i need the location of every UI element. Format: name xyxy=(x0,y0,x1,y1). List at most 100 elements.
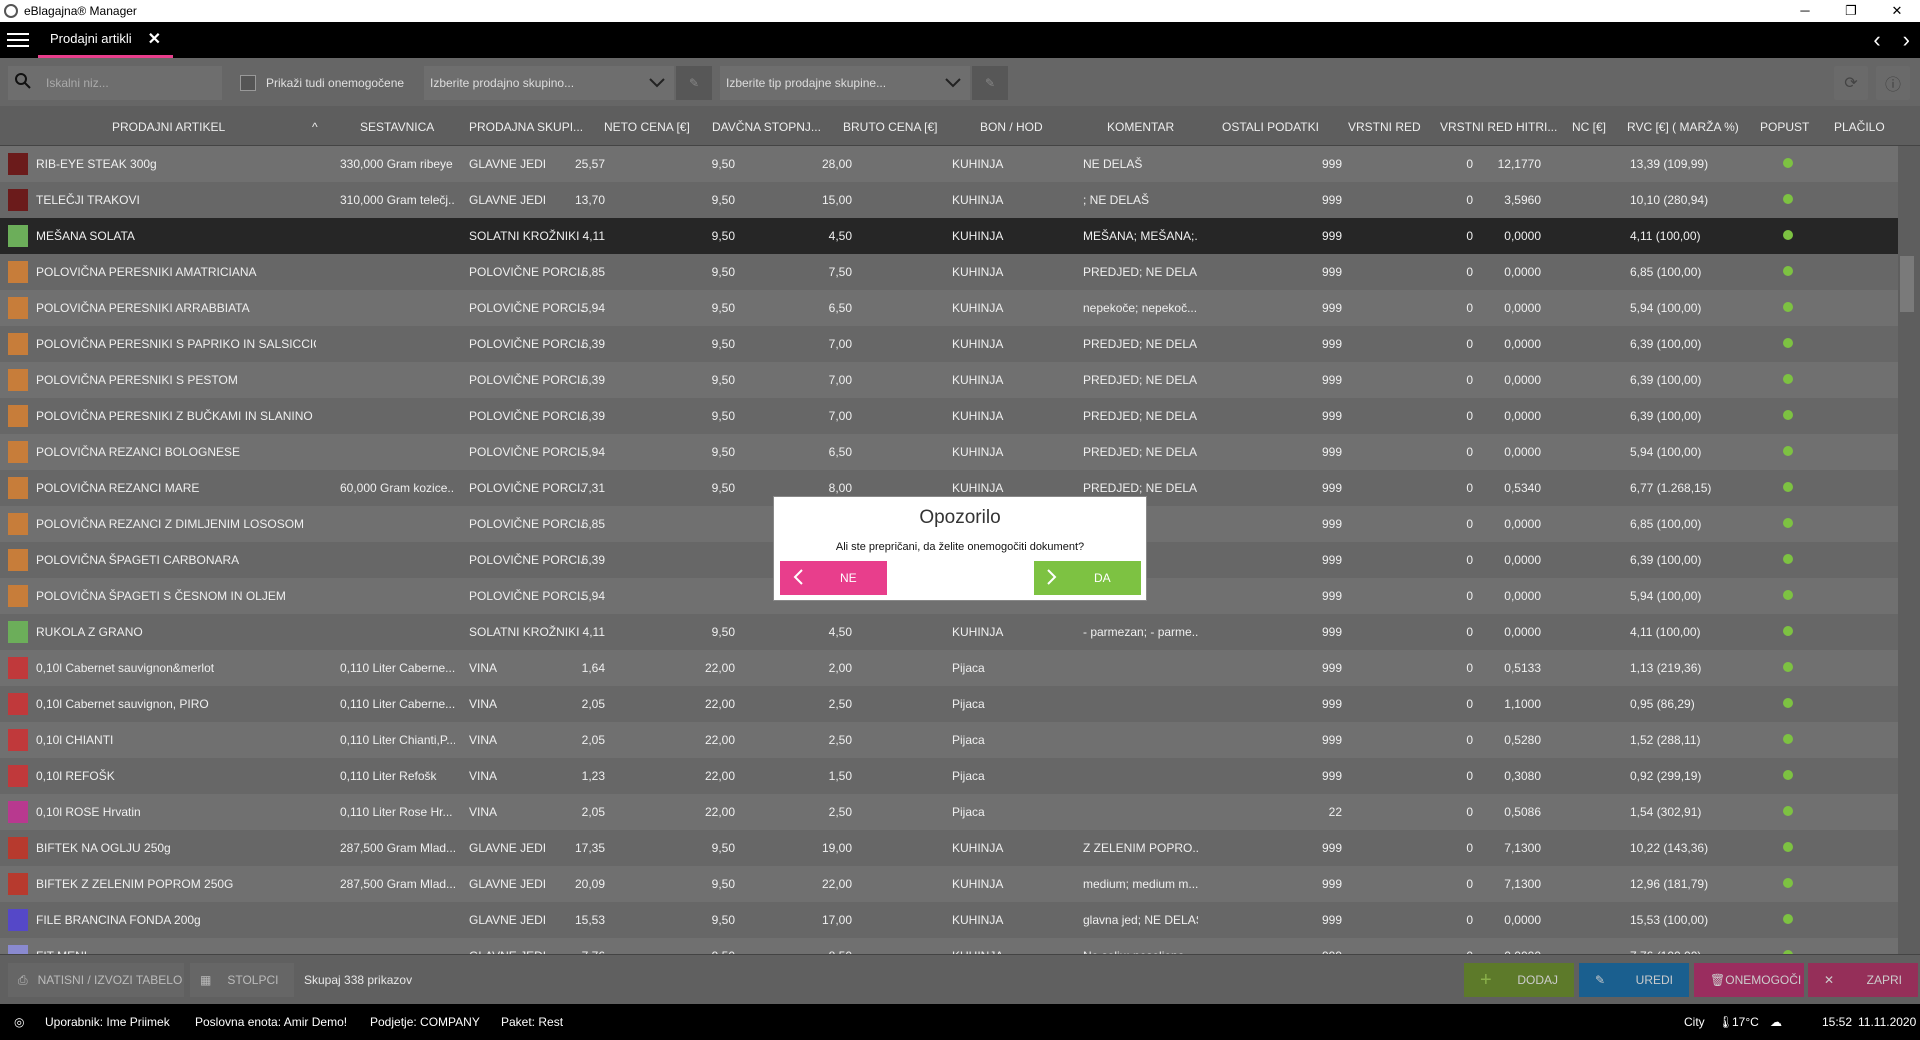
total-count: Skupaj 338 prikazov xyxy=(304,973,413,987)
scrollbar[interactable] xyxy=(1900,256,1914,312)
column-header[interactable]: POPUST xyxy=(1760,120,1809,134)
cell-gross: 2,00 xyxy=(828,661,852,675)
tab-prodajni-artikli[interactable]: Prodajni artikli ✕ xyxy=(38,22,174,58)
column-header[interactable]: PRODAJNI ARTIKEL xyxy=(112,120,225,134)
group-color-swatch xyxy=(8,513,28,535)
cloud-icon: ☁ xyxy=(1770,1015,1782,1029)
cell-name: TELEČJI TRAKOVI xyxy=(36,193,140,207)
status-package: Paket: Rest xyxy=(501,1015,564,1029)
show-disabled-checkbox[interactable]: Prikaži tudi onemogočene xyxy=(240,75,404,91)
table-row[interactable]: BIFTEK NA OGLJU 250g 287,500 Gram Mlad...… xyxy=(0,830,1898,866)
column-header[interactable]: RVC [€] ( MARŽA %) xyxy=(1627,120,1739,134)
column-header[interactable]: NETO CENA [€] xyxy=(604,120,690,134)
chevron-left-icon xyxy=(792,568,804,589)
column-header[interactable]: KOMENTAR xyxy=(1107,120,1174,134)
cell-order: 999 xyxy=(1321,445,1342,459)
menu-icon[interactable] xyxy=(0,22,36,58)
cell-gross: 2,50 xyxy=(828,697,852,711)
table-row[interactable]: FILE BRANCINA FONDA 200g GLAVNE JEDI 15,53… xyxy=(0,902,1898,938)
table-row[interactable]: POLOVIČNA PERESNIKI AMATRICIANA POLOVIČNE… xyxy=(0,254,1898,290)
table-row[interactable]: 0,10l Cabernet sauvignon&merlot 0,110 Lit… xyxy=(0,650,1898,686)
table-row[interactable]: BIFTEK Z ZELENIM POPROM 250G 287,500 Gram… xyxy=(0,866,1898,902)
cell-order: 999 xyxy=(1321,517,1342,531)
cell-bon: Pijaca xyxy=(952,805,985,819)
discount-status-dot xyxy=(1783,626,1793,636)
discount-status-dot xyxy=(1783,914,1793,924)
column-header[interactable]: OSTALI PODATKI xyxy=(1222,120,1319,134)
chevron-right-icon xyxy=(1046,568,1058,589)
table-row[interactable]: POLOVIČNA PERESNIKI ARRABBIATA POLOVIČNE … xyxy=(0,290,1898,326)
yes-button[interactable]: DA xyxy=(1034,561,1141,595)
column-header[interactable]: VRSTNI RED HITRI... xyxy=(1440,120,1557,134)
status-city: City xyxy=(1684,1015,1705,1029)
maximize-button[interactable]: ❐ xyxy=(1828,0,1874,22)
table-row[interactable]: POLOVIČNA PERESNIKI S PESTOM POLOVIČNE PO… xyxy=(0,362,1898,398)
tab-close-icon[interactable]: ✕ xyxy=(148,29,161,49)
cell-name: POLOVIČNA PERESNIKI S PAPRIKO IN SALSICC… xyxy=(36,337,316,351)
cell-tax: 9,50 xyxy=(711,841,735,855)
cell-rvc: 6,39 (100,00) xyxy=(1630,337,1702,351)
cell-comp: 310,000 Gram telečj... xyxy=(340,193,455,207)
cell-order: 999 xyxy=(1321,265,1342,279)
column-header[interactable]: PLAČILO xyxy=(1834,120,1885,134)
discount-status-dot xyxy=(1783,806,1793,816)
sales-group-select[interactable]: Izberite prodajno skupino... xyxy=(424,66,674,100)
columns-button[interactable]: ▦ STOLPCI xyxy=(190,963,294,997)
edit-button[interactable]: ✎ UREDI xyxy=(1579,963,1689,997)
column-header[interactable]: BRUTO CENA [€] xyxy=(843,120,937,134)
discount-status-dot xyxy=(1783,374,1793,384)
info-icon[interactable]: ⓘ xyxy=(1876,66,1910,100)
no-button[interactable]: NE xyxy=(780,561,887,595)
table-row[interactable]: RUKOLA Z GRANO SOLATNI KROŽNIKI 4,11 9,50 4,… xyxy=(0,614,1898,650)
print-export-button[interactable]: ⎙ NATISNI / IZVOZI TABELO xyxy=(8,963,184,997)
status-time: 15:52 xyxy=(1822,1015,1853,1029)
cell-nc: 0,0000 xyxy=(1504,913,1541,927)
nav-forward-icon[interactable]: › xyxy=(1903,27,1910,53)
table-row[interactable]: MEŠANA SOLATA SOLATNI KROŽNIKI 4,11 9,50 4,5… xyxy=(0,218,1898,254)
clear-type-icon[interactable]: ✎ xyxy=(972,66,1008,100)
cell-nc: 0,0000 xyxy=(1504,517,1541,531)
cell-name: POLOVIČNA PERESNIKI ARRABBIATA xyxy=(36,301,250,315)
nav-back-icon[interactable]: ‹ xyxy=(1873,27,1880,53)
table-row[interactable]: 0,10l CHIANTI 0,110 Liter Chianti,P... VIN… xyxy=(0,722,1898,758)
cell-tax: 9,50 xyxy=(711,373,735,387)
table-row[interactable]: POLOVIČNA PERESNIKI S PAPRIKO IN SALSICC… xyxy=(0,326,1898,362)
cell-rvc: 6,85 (100,00) xyxy=(1630,517,1702,531)
group-type-select[interactable]: Izberite tip prodajne skupine... xyxy=(720,66,970,100)
column-header[interactable]: BON / HOD xyxy=(980,120,1043,134)
table-row[interactable]: POLOVIČNA PERESNIKI Z BUČKAMI IN SLANINO… xyxy=(0,398,1898,434)
cell-net: 6,39 xyxy=(581,409,605,423)
add-button[interactable]: + DODAJ xyxy=(1464,963,1574,997)
close-window-button[interactable]: ✕ xyxy=(1874,0,1920,22)
cell-bon: Pijaca xyxy=(952,733,985,747)
search-input[interactable]: Iskalni niz... xyxy=(8,66,222,100)
disable-label: ONEMOGOČI xyxy=(1725,973,1802,987)
table-row[interactable]: FIT MENIGLAVNE JEDI7,769,508,50KUHINJANe… xyxy=(0,938,1898,954)
sort-ascending-icon[interactable]: ^ xyxy=(312,120,318,134)
minimize-button[interactable]: ─ xyxy=(1782,0,1828,22)
cell-tax: 9,50 xyxy=(711,913,735,927)
column-header[interactable]: NC [€] xyxy=(1572,120,1606,134)
checkbox-box[interactable] xyxy=(240,75,256,91)
cell-comp: 287,500 Gram Mlad... xyxy=(340,841,455,855)
clear-group-icon[interactable]: ✎ xyxy=(676,66,712,100)
cell-gross: 6,50 xyxy=(828,301,852,315)
close-button[interactable]: ✕ ZAPRI xyxy=(1808,963,1918,997)
table-row[interactable]: 0,10l ROSE Hrvatin 0,110 Liter Rose Hr...… xyxy=(0,794,1898,830)
table-row[interactable]: RIB-EYE STEAK 300g 330,000 Gram ribeye GLA… xyxy=(0,146,1898,182)
table-row[interactable]: 0,10l REFOŠK 0,110 Liter Refošk VINA 1,23 22… xyxy=(0,758,1898,794)
table-row[interactable]: TELEČJI TRAKOVI 310,000 Gram telečj... GLA… xyxy=(0,182,1898,218)
table-row[interactable]: POLOVIČNA REZANCI BOLOGNESE POLOVIČNE POR… xyxy=(0,434,1898,470)
cell-tax: 22,00 xyxy=(704,805,735,819)
cell-rvc: 6,85 (100,00) xyxy=(1630,265,1702,279)
cell-comment: glavna jed; NE DELAŠ xyxy=(1083,913,1198,927)
column-header[interactable]: DAVČNA STOPNJ... xyxy=(712,120,821,134)
table-row[interactable]: 0,10l Cabernet sauvignon, PIRO 0,110 Lite… xyxy=(0,686,1898,722)
plus-icon: + xyxy=(1480,968,1492,991)
disable-button[interactable]: 🗑 ONEMOGOČI xyxy=(1694,963,1804,997)
column-header[interactable]: VRSTNI RED xyxy=(1348,120,1421,134)
column-header[interactable]: SESTAVNICA xyxy=(360,120,434,134)
cell-rvc: 10,22 (143,36) xyxy=(1630,841,1709,855)
refresh-icon[interactable]: ⟳ xyxy=(1834,66,1868,100)
column-header[interactable]: PRODAJNA SKUPI... xyxy=(469,120,583,134)
